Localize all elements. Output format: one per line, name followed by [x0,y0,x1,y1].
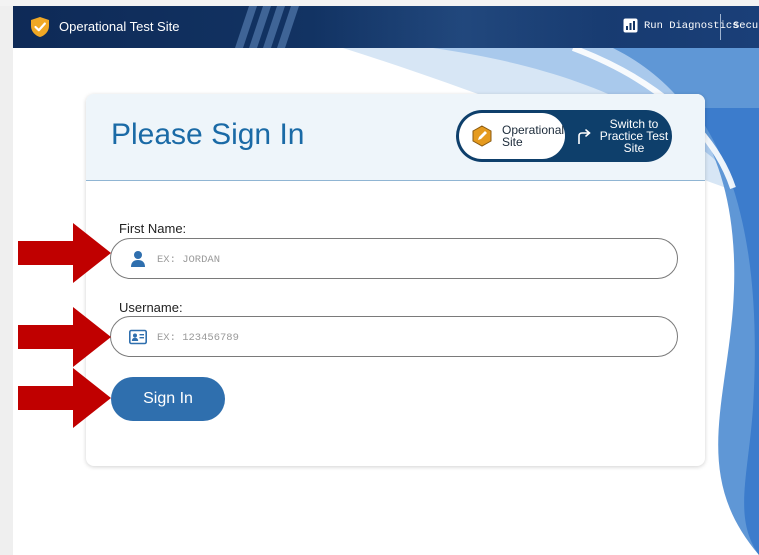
header-highlight [313,6,613,48]
redo-arrow-icon [578,129,591,144]
site-title: Operational Test Site [59,19,180,34]
run-diagnostics-label: Run Diagnostics [644,19,739,32]
page-title: Please Sign In [111,118,305,151]
sign-in-card: Please Sign In Operational Site Switch t… [86,94,705,466]
operational-site-label: Operational Site [502,123,565,149]
window-frame-left [0,0,13,555]
header-stripes [235,6,299,48]
username-input[interactable] [155,326,659,350]
practice-site-label: Switch to Practice Test Site [599,117,669,155]
username-field[interactable] [110,316,678,357]
site-toggle: Operational Site Switch to Practice Test… [456,110,672,162]
diagnostics-icon [623,18,638,33]
id-card-icon [129,329,147,345]
sign-in-button[interactable]: Sign In [111,377,225,421]
username-label: Username: [119,300,183,315]
first-name-label: First Name: [119,221,187,236]
red-arrow-icon [18,223,111,283]
pencil-hexagon-icon [472,125,492,147]
red-arrow-icon [18,368,111,428]
card-header: Please Sign In Operational Site Switch t… [86,94,705,181]
run-diagnostics-button[interactable]: Run Diagnostics [623,18,739,33]
header-divider [720,14,721,40]
red-arrow-icon [18,307,111,367]
first-name-field[interactable] [110,238,678,279]
switch-to-practice-button[interactable]: Switch to Practice Test Site [566,110,672,162]
top-bar: Operational Test Site Run Diagnostics Se… [13,6,759,48]
first-name-input[interactable] [155,248,659,272]
shield-check-icon [31,17,49,37]
person-icon [131,251,145,267]
operational-site-option[interactable]: Operational Site [459,113,565,159]
secure-browser-link[interactable]: Secure [733,20,759,32]
